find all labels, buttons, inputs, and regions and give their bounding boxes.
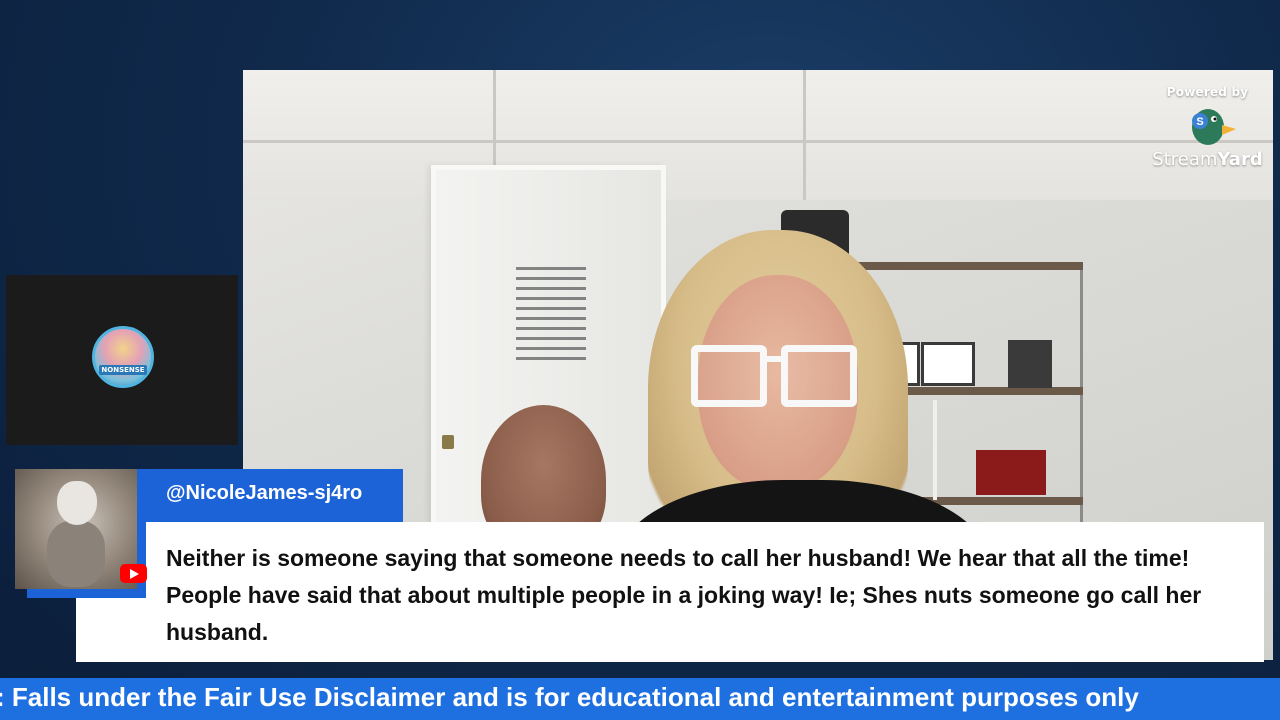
glasses-right-lens xyxy=(781,345,857,407)
decor-tree xyxy=(933,400,937,500)
ticker-text: : Falls under the Fair Use Disclaimer an… xyxy=(0,682,1139,712)
streamyard-duck-icon: S xyxy=(1178,103,1238,147)
streamyard-logo-text: StreamYard xyxy=(1152,149,1263,170)
svg-text:S: S xyxy=(1196,116,1203,128)
comment-text: Neither is someone saying that someone n… xyxy=(166,545,1202,645)
red-box xyxy=(976,450,1046,495)
streamyard-branding: Powered by S StreamYard xyxy=(1150,85,1265,170)
ceiling xyxy=(243,70,1273,200)
ticker-banner: : Falls under the Fair Use Disclaimer an… xyxy=(0,678,1280,720)
side-participant-tile[interactable]: NONSENSE xyxy=(6,275,238,445)
commenter-avatar-box xyxy=(15,469,147,598)
powered-by-label: Powered by xyxy=(1166,85,1249,99)
picture-frame xyxy=(921,342,975,386)
commenter-avatar xyxy=(15,469,137,589)
picture-frame xyxy=(1008,340,1052,388)
avatar-banner-text: NONSENSE xyxy=(99,365,147,375)
glasses-left-lens xyxy=(691,345,767,407)
comment-username: @NicoleJames-sj4ro xyxy=(166,482,363,504)
guest-avatar: NONSENSE xyxy=(92,326,154,388)
comment-username-tag: @NicoleJames-sj4ro xyxy=(146,469,403,522)
youtube-icon xyxy=(120,564,147,583)
comment-overlay-card: Neither is someone saying that someone n… xyxy=(76,522,1264,662)
